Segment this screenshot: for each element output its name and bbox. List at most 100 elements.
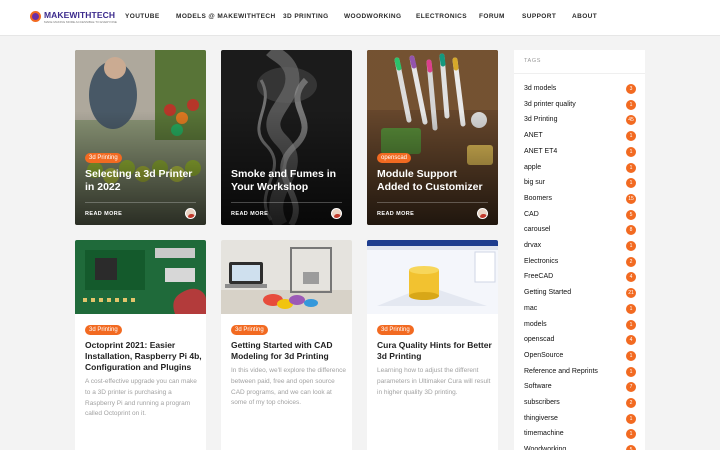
- tag-item[interactable]: drvax 1: [524, 240, 636, 252]
- post-excerpt: Learning how to adjust the different par…: [377, 367, 491, 396]
- tag-count-badge: 1: [626, 241, 636, 251]
- tag-count-badge: 15: [626, 193, 636, 204]
- tag-count-badge: 1: [626, 413, 636, 424]
- tag-count-badge: 8: [626, 225, 636, 236]
- tag-item[interactable]: ANET 1: [524, 130, 636, 142]
- tag-item[interactable]: models 1: [524, 319, 636, 331]
- tag-item[interactable]: carousel 8: [524, 224, 636, 236]
- tag-count-badge: 2: [626, 256, 636, 267]
- tag-name: Reference and Reprints: [524, 367, 598, 375]
- tag-count-badge: 7: [626, 382, 636, 393]
- tag-count-badge: 1: [626, 366, 636, 377]
- tag-item[interactable]: 3d models 3: [524, 83, 636, 95]
- tag-count-badge: 1: [626, 350, 636, 361]
- tag-count-badge: 21: [626, 288, 636, 299]
- tag-count-badge: 5: [626, 209, 636, 220]
- tag-item[interactable]: Getting Started 21: [524, 287, 636, 299]
- read-more-link[interactable]: READ MORE: [231, 211, 268, 217]
- tag-count-badge: 1: [626, 429, 636, 440]
- category-badge[interactable]: openscad: [377, 153, 412, 163]
- post-card-octoprint[interactable]: 3d Printing Octoprint 2021: Easier Insta…: [75, 240, 206, 450]
- tag-item[interactable]: Electronics 2: [524, 256, 636, 268]
- tag-item[interactable]: thingiverse 1: [524, 413, 636, 425]
- nav-about[interactable]: ABOUT: [572, 13, 597, 20]
- site-logo[interactable]: MAKEWITHTECH MAKE MAKING MORE ACCESSIBLE…: [30, 10, 117, 26]
- tag-item[interactable]: Woodworking 5: [524, 444, 636, 450]
- tag-name: CAD: [524, 210, 539, 218]
- tag-count-badge: 5: [626, 445, 636, 450]
- tag-name: Woodworking: [524, 446, 567, 450]
- tag-item[interactable]: big sur 1: [524, 177, 636, 189]
- featured-card-selecting-3d-printer[interactable]: 3d Printing Selecting a 3d Printer in 20…: [75, 50, 206, 225]
- featured-card-module-support[interactable]: openscad Module Support Added to Customi…: [367, 50, 498, 225]
- read-more-link[interactable]: READ MORE: [85, 211, 122, 217]
- tag-name: 3d printer quality: [524, 100, 576, 108]
- author-avatar[interactable]: [185, 208, 196, 219]
- tag-name: models: [524, 320, 547, 328]
- post-title[interactable]: Cura Quality Hints for Better 3d Printin…: [377, 340, 495, 362]
- post-card-getting-started-cad[interactable]: 3d Printing Getting Started with CAD Mod…: [221, 240, 352, 450]
- tag-item[interactable]: ANET ET4 1: [524, 146, 636, 158]
- author-avatar[interactable]: [331, 208, 342, 219]
- tag-name: ANET ET4: [524, 147, 558, 155]
- nav-support[interactable]: SUPPORT: [522, 13, 556, 20]
- tag-count-badge: 1: [626, 99, 636, 110]
- tag-name: openscad: [524, 336, 555, 344]
- tag-name: 3d Printing: [524, 116, 558, 124]
- tag-item[interactable]: 3d Printing 45: [524, 114, 636, 126]
- tag-name: timemachine: [524, 430, 564, 438]
- cura-slicer-screenshot: [367, 240, 498, 314]
- author-avatar[interactable]: [477, 208, 488, 219]
- tag-name: apple: [524, 163, 542, 171]
- featured-title[interactable]: Selecting a 3d Printer in 2022: [85, 168, 200, 194]
- read-more-link[interactable]: READ MORE: [377, 211, 414, 217]
- tag-item[interactable]: FreeCAD 4: [524, 271, 636, 283]
- tag-item[interactable]: CAD 5: [524, 209, 636, 221]
- tag-name: FreeCAD: [524, 273, 554, 281]
- tag-item[interactable]: apple 1: [524, 162, 636, 174]
- tag-name: drvax: [524, 242, 542, 249]
- tag-name: Software: [524, 383, 552, 391]
- tag-name: ANET: [524, 132, 543, 140]
- nav-forum[interactable]: FORUM: [479, 13, 505, 20]
- tag-count-badge: 1: [626, 319, 636, 330]
- featured-card-smoke-and-fumes[interactable]: Smoke and Fumes in Your Workshop READ MO…: [221, 50, 352, 225]
- tag-name: carousel: [524, 226, 551, 234]
- logo-tagline: MAKE MAKING MORE ACCESSIBLE TO EVERYONE: [44, 20, 117, 24]
- tag-item[interactable]: 3d printer quality 1: [524, 99, 636, 111]
- nav-youtube[interactable]: YOUTUBE: [125, 13, 160, 20]
- tag-name: subscribers: [524, 399, 560, 406]
- tag-item[interactable]: Software 7: [524, 381, 636, 393]
- tag-item[interactable]: Reference and Reprints 1: [524, 366, 636, 378]
- nav-woodworking[interactable]: WOODWORKING: [344, 13, 401, 20]
- logo-gear-icon: [30, 11, 41, 22]
- tag-item[interactable]: OpenSource 1: [524, 350, 636, 362]
- top-navigation-bar: MAKEWITHTECH MAKE MAKING MORE ACCESSIBLE…: [0, 0, 720, 36]
- tag-count-badge: 4: [626, 335, 636, 346]
- post-title[interactable]: Octoprint 2021: Easier Installation, Ras…: [85, 340, 203, 373]
- post-card-cura-quality[interactable]: 3d Printing Cura Quality Hints for Bette…: [367, 240, 498, 450]
- featured-title[interactable]: Module Support Added to Customizer: [377, 168, 492, 194]
- category-badge[interactable]: 3d Printing: [231, 325, 268, 335]
- category-badge[interactable]: 3d Printing: [85, 153, 122, 163]
- tag-name: 3d models: [524, 85, 557, 92]
- tag-item[interactable]: Boomers 15: [524, 193, 636, 205]
- raspberry-pi-board-photo: [75, 240, 206, 314]
- tag-item[interactable]: timemachine 1: [524, 428, 636, 440]
- tag-count-badge: 1: [626, 131, 636, 142]
- category-badge[interactable]: 3d Printing: [85, 325, 122, 335]
- category-badge[interactable]: 3d Printing: [377, 325, 414, 335]
- tag-count-badge: 2: [626, 398, 636, 408]
- tag-name: Getting Started: [524, 289, 572, 297]
- tag-item[interactable]: subscribers 2: [524, 397, 636, 409]
- tag-item[interactable]: mac 1: [524, 303, 636, 315]
- featured-title[interactable]: Smoke and Fumes in Your Workshop: [231, 168, 346, 194]
- tag-item[interactable]: openscad 4: [524, 334, 636, 346]
- post-title[interactable]: Getting Started with CAD Modeling for 3d…: [231, 340, 349, 362]
- nav-3d-printing[interactable]: 3D PRINTING: [283, 13, 329, 20]
- nav-electronics[interactable]: ELECTRONICS: [416, 13, 467, 20]
- nav-models[interactable]: MODELS @ MAKEWITHTECH: [176, 13, 276, 20]
- tag-name: mac: [524, 304, 538, 312]
- tag-count-badge: 3: [626, 84, 636, 94]
- post-excerpt: In this video, we'll explore the differe…: [231, 367, 346, 407]
